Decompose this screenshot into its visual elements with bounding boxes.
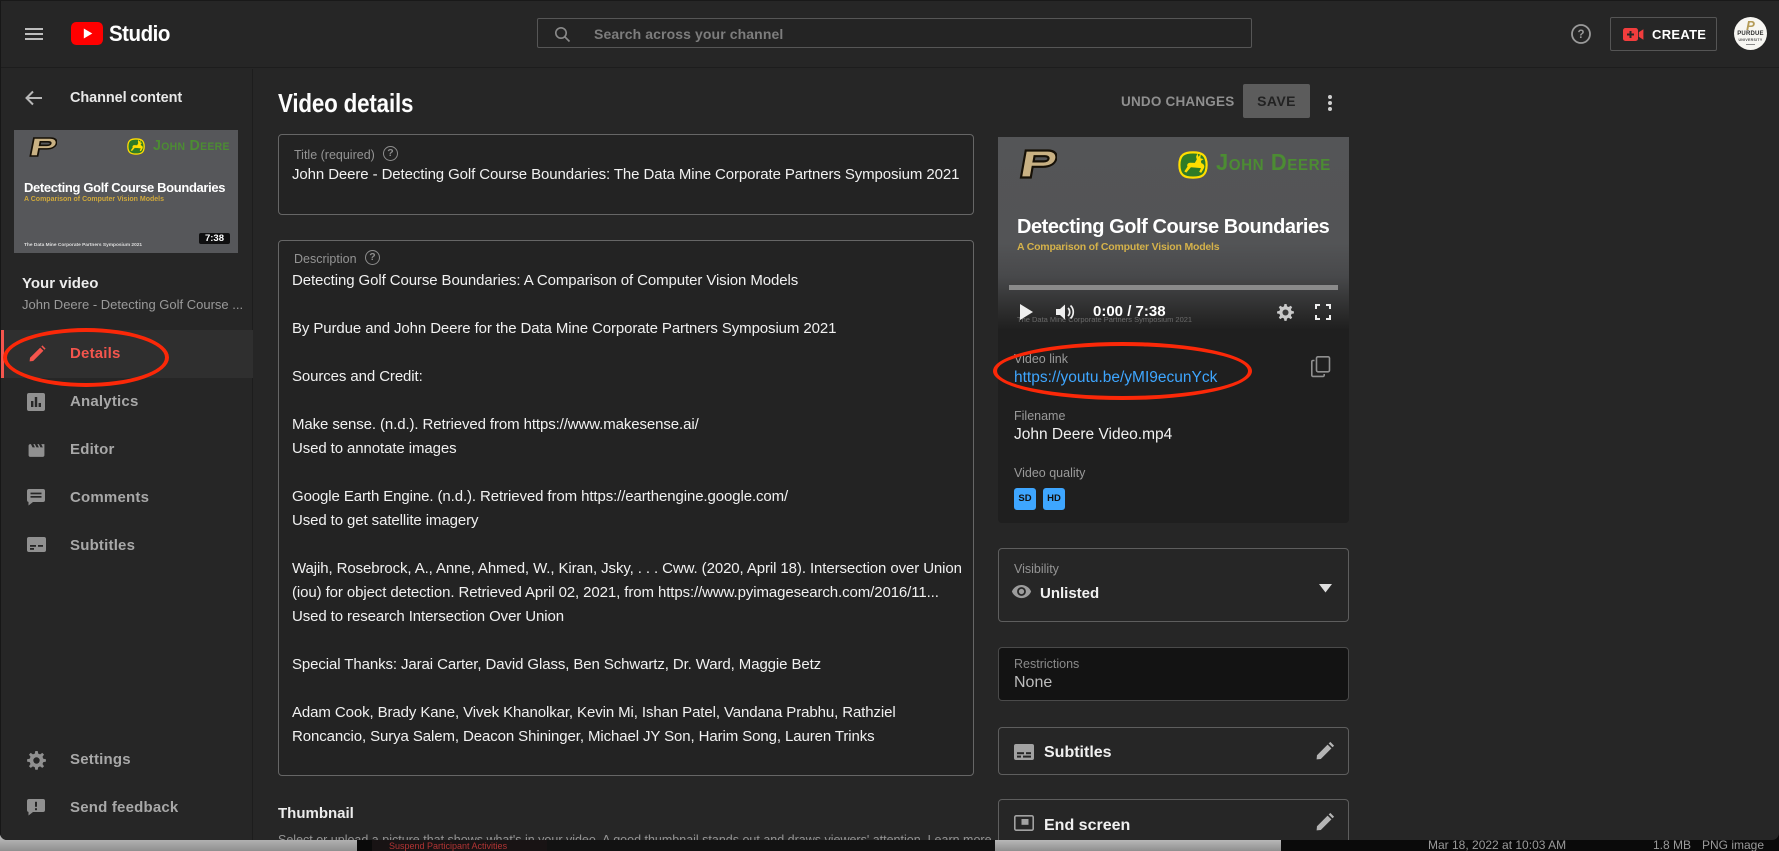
svg-text:?: ? bbox=[1577, 29, 1584, 41]
